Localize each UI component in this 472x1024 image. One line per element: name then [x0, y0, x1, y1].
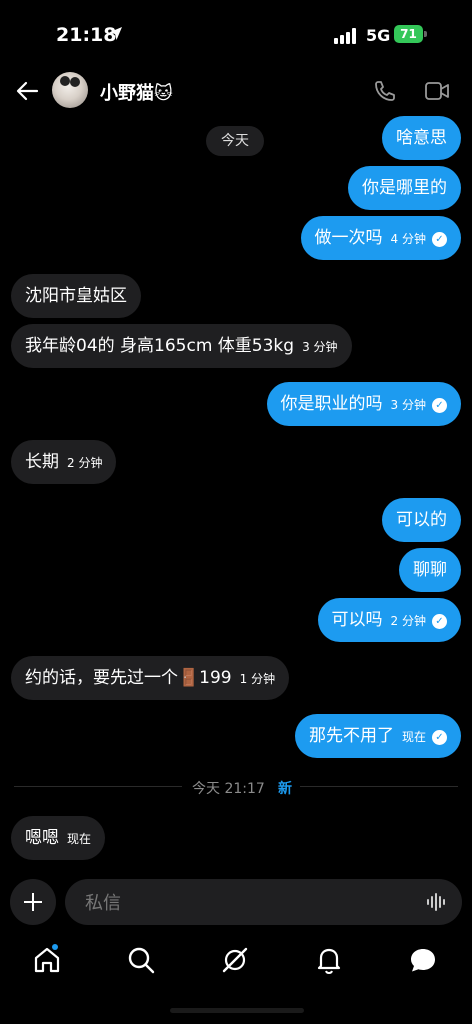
separator-line — [300, 786, 458, 787]
message-bubble-outgoing[interactable]: 你是哪里的 — [348, 166, 461, 210]
contact-name[interactable]: 小野猫🐱 — [100, 79, 173, 105]
message-bubble-outgoing[interactable]: 做一次吗 4 分钟 ✓ — [300, 216, 461, 260]
separator-time: 今天 21:17 — [192, 781, 265, 797]
cellular-signal-icon — [334, 28, 356, 44]
message-text: 嗯嗯 — [25, 828, 59, 848]
video-icon[interactable] — [424, 80, 450, 102]
avatar-detail — [60, 76, 70, 86]
message-text: 你是职业的吗 — [280, 394, 383, 414]
read-check-icon: ✓ — [432, 730, 447, 745]
message-time: 现在 — [401, 730, 426, 744]
message-bubble-incoming[interactable]: 我年龄04的 身高165cm 体重53kg 3 分钟 — [11, 324, 352, 368]
home-icon[interactable] — [31, 944, 63, 976]
read-check-icon: ✓ — [432, 232, 447, 247]
message-time: 1 分钟 — [239, 672, 276, 686]
search-icon[interactable] — [125, 944, 157, 976]
message-bubble-incoming[interactable]: 长期 2 分钟 — [11, 440, 117, 484]
status-bar: 21:18 5G 71 — [0, 0, 472, 70]
message-composer — [0, 876, 472, 928]
message-text: 你是哪里的 — [362, 178, 447, 198]
message-time: 3 分钟 — [390, 398, 426, 412]
bell-icon[interactable] — [313, 944, 345, 976]
message-time: 现在 — [67, 832, 92, 846]
battery-tip — [424, 31, 427, 37]
date-pill: 今天 — [206, 126, 264, 156]
messages-icon[interactable] — [407, 944, 439, 976]
read-check-icon: ✓ — [432, 614, 447, 629]
message-bubble-outgoing[interactable]: 可以吗 2 分钟 ✓ — [317, 598, 461, 642]
notification-dot — [52, 944, 58, 950]
read-check-icon: ✓ — [432, 398, 447, 413]
message-bubble-outgoing[interactable]: 啥意思 — [382, 116, 461, 160]
message-text: 可以吗 — [331, 610, 383, 630]
message-text: 沈阳市皇姑区 — [25, 286, 127, 306]
grok-icon[interactable] — [219, 944, 251, 976]
avatar-detail — [70, 77, 80, 87]
new-label: 新 — [278, 781, 292, 797]
message-time: 4 分钟 — [390, 232, 426, 246]
message-text: 那先不用了 — [308, 726, 394, 746]
message-text: 长期 — [25, 452, 59, 472]
message-text: 我年龄04的 身高165cm 体重53kg — [25, 336, 295, 356]
message-bubble-outgoing[interactable]: 你是职业的吗 3 分钟 ✓ — [266, 382, 461, 426]
message-text: 聊聊 — [413, 560, 447, 580]
location-arrow-icon — [109, 27, 122, 40]
voice-waveform-icon[interactable] — [426, 892, 448, 912]
message-input-wrapper[interactable] — [65, 879, 462, 927]
home-indicator — [170, 1008, 304, 1013]
message-bubble-outgoing[interactable]: 可以的 — [382, 498, 461, 542]
message-bubble-incoming[interactable]: 嗯嗯 现在 — [11, 816, 106, 860]
message-time: 2 分钟 — [390, 614, 426, 628]
new-messages-separator: 今天 21:17 新 — [14, 776, 458, 798]
message-list[interactable]: 今天 啥意思 你是哪里的 做一次吗 4 分钟 ✓ 沈阳市皇姑区 我年龄04的 身高1… — [0, 112, 472, 872]
message-text: 可以的 — [396, 510, 447, 530]
message-input[interactable] — [83, 879, 407, 927]
bottom-tab-bar — [0, 938, 472, 986]
message-bubble-incoming[interactable]: 约的话，要先过一个🚪199 1 分钟 — [11, 656, 290, 700]
message-text: 约的话，要先过一个🚪199 — [25, 668, 232, 688]
message-bubble-outgoing[interactable]: 那先不用了 现在 ✓ — [294, 714, 461, 758]
avatar[interactable] — [52, 72, 88, 108]
message-bubble-incoming[interactable]: 沈阳市皇姑区 — [11, 274, 141, 318]
message-time: 3 分钟 — [302, 340, 338, 354]
message-bubble-outgoing[interactable]: 聊聊 — [399, 548, 461, 592]
message-text: 做一次吗 — [314, 228, 383, 248]
add-media-button[interactable] — [10, 879, 56, 925]
arrow-left-icon[interactable] — [14, 78, 40, 104]
message-text: 啥意思 — [396, 128, 447, 148]
separator-line — [14, 786, 182, 787]
message-time: 2 分钟 — [67, 456, 103, 470]
battery-icon: 71 — [394, 25, 423, 43]
conversation-header: 小野猫🐱 — [0, 70, 472, 112]
network-type: 5G — [366, 26, 391, 45]
phone-icon[interactable] — [373, 79, 397, 103]
